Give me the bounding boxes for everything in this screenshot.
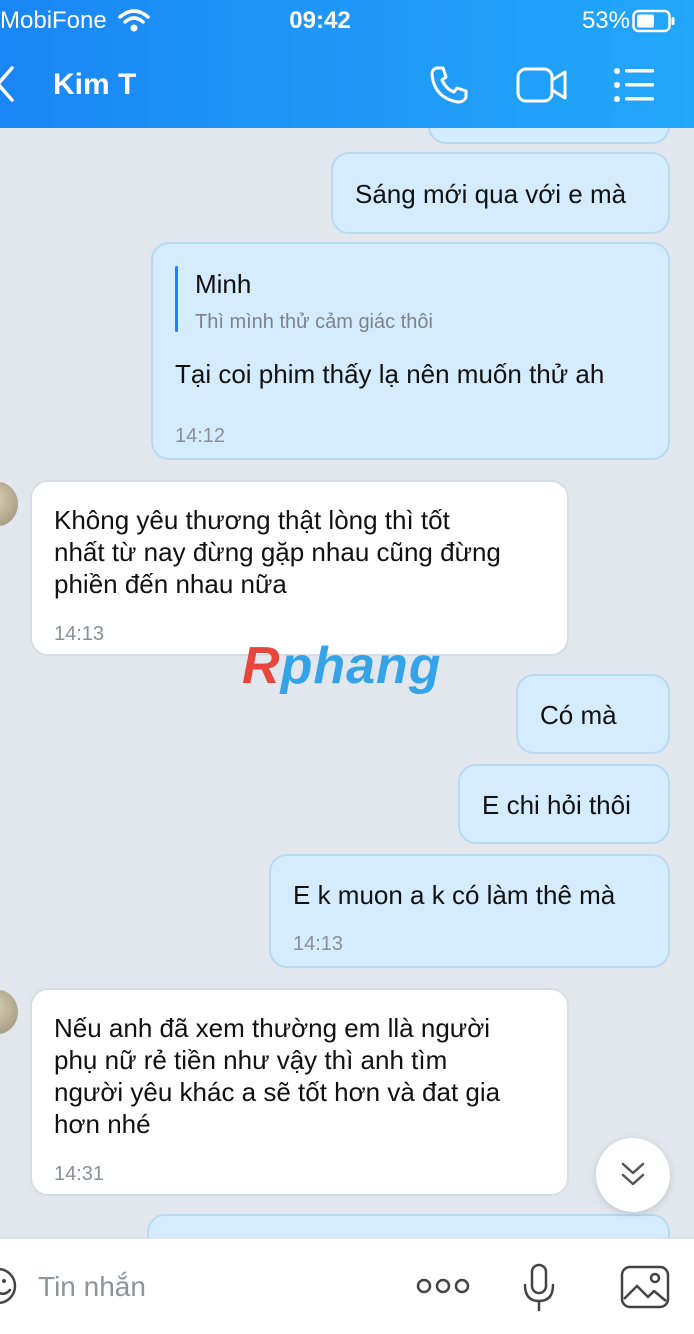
nav-bar: Kim T [0, 42, 694, 128]
message-text: Tại coi phim thấy lạ nên muốn thử ah [175, 359, 605, 389]
message-time: 14:12 [175, 425, 226, 447]
message-line: người yêu khác a sẽ tốt hơn và đat gia [54, 1077, 501, 1107]
contact-avatar[interactable] [0, 990, 18, 1034]
phone-icon[interactable] [428, 64, 470, 106]
quote-author: Minh [195, 269, 252, 299]
message-text: E chi hỏi thôi [482, 790, 631, 820]
sticker-icon[interactable] [0, 1265, 18, 1307]
quote-bar [175, 266, 178, 332]
contact-avatar[interactable] [0, 482, 18, 526]
message-text: E k muon a k có làm thê mà [293, 880, 616, 910]
message-time: 14:13 [293, 933, 344, 955]
message-bubble-partial[interactable] [428, 128, 670, 144]
message-line: Nếu anh đã xem thường em llà người [54, 1013, 491, 1043]
message-bubble[interactable]: Sáng mới qua với e mà [331, 152, 670, 234]
video-call-icon[interactable] [516, 66, 568, 104]
quote-text: Thì mình thử cảm giác thôi [195, 311, 433, 333]
message-bubble[interactable]: Nếu anh đã xem thường em llà người phụ n… [30, 988, 569, 1196]
message-text: Có mà [540, 700, 617, 730]
menu-icon[interactable] [612, 66, 656, 104]
message-bubble[interactable]: E k muon a k có làm thê mà 14:13 [269, 854, 670, 968]
message-time: 14:13 [54, 623, 105, 645]
message-line: nhất từ nay đừng gặp nhau cũng đừng [54, 537, 501, 567]
header: MobiFone 09:42 53% Kim T [0, 0, 694, 128]
scroll-to-bottom-button[interactable] [596, 1138, 670, 1212]
back-icon[interactable] [0, 64, 18, 104]
clock: 09:42 [289, 7, 351, 34]
message-line: phiền đến nhau nữa [54, 569, 287, 599]
message-line: Không yêu thương thật lòng thì tốt [54, 505, 450, 535]
message-time: 14:31 [54, 1163, 105, 1185]
battery-icon [632, 9, 675, 33]
microphone-icon[interactable] [522, 1263, 556, 1313]
message-bubble[interactable]: Có mà [516, 674, 670, 754]
message-list[interactable]: Sáng mới qua với e mà Minh Thì mình thử … [0, 128, 694, 1238]
message-input[interactable] [38, 1267, 378, 1307]
message-bubble-partial[interactable] [147, 1214, 670, 1238]
double-chevron-down-icon [621, 1162, 645, 1186]
reply-message-bubble[interactable]: Minh Thì mình thử cảm giác thôi Tại coi … [151, 242, 670, 460]
message-bubble[interactable]: E chi hỏi thôi [458, 764, 670, 844]
battery-percent: 53% [581, 7, 630, 34]
message-line: phụ nữ rẻ tiền như vậy thì anh tìm [54, 1045, 448, 1075]
more-options-icon[interactable] [416, 1275, 470, 1297]
message-text: Sáng mới qua với e mà [355, 179, 627, 209]
contact-name[interactable]: Kim T [53, 68, 136, 102]
message-line: hơn nhé [54, 1109, 151, 1139]
image-icon[interactable] [620, 1265, 670, 1309]
status-bar: MobiFone 09:42 53% [0, 0, 694, 42]
composer-bar [0, 1238, 694, 1334]
message-bubble[interactable]: Không yêu thương thật lòng thì tốt nhất … [30, 480, 569, 656]
